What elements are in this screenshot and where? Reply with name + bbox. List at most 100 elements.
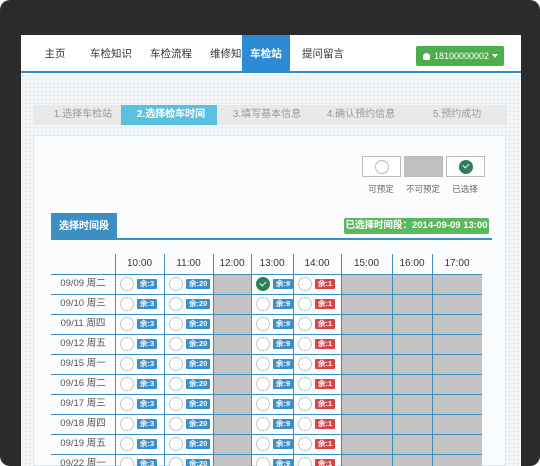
slot-radio[interactable] [256,357,270,371]
slot-radio[interactable] [298,317,312,331]
unavailable-slot [342,315,392,334]
caret-down-icon [492,54,498,58]
nav-inspection-station[interactable]: 车检站 [242,35,290,73]
slot-radio[interactable] [120,377,134,391]
remaining-badge: 余:9 [273,379,294,389]
unavailable-slot [393,455,432,466]
row-date: 09/12 周五 [60,338,106,349]
unavailable-slot [342,335,392,354]
unavailable-slot [433,455,482,466]
slot-radio[interactable] [256,337,270,351]
slot-radio[interactable] [298,357,312,371]
slot-radio[interactable] [256,397,270,411]
grid-col-line [251,254,252,466]
row-date: 09/18 周四 [60,418,106,429]
slot-radio[interactable] [169,417,183,431]
remaining-badge: 余:1 [315,359,336,369]
slot-radio[interactable] [256,377,270,391]
remaining-badge: 余:3 [137,299,158,309]
slot-radio[interactable] [256,457,270,466]
slot-radio[interactable] [298,277,312,291]
slot-radio[interactable] [298,437,312,451]
remaining-badge: 余:9 [273,279,294,289]
remaining-badge: 余:9 [273,319,294,329]
slot-radio[interactable] [298,397,312,411]
legend-available [362,156,401,177]
time-header: 10:00 [126,258,153,269]
nav-inspection-knowledge[interactable]: 车检知识 [79,35,143,73]
user-menu-button[interactable]: 18100000002 [416,46,504,66]
unavailable-slot [214,315,251,334]
slot-radio[interactable] [256,297,270,311]
unavailable-slot [393,415,432,434]
time-header: 15:00 [353,258,380,269]
slot-radio[interactable] [256,317,270,331]
slot-radio[interactable] [120,277,134,291]
slot-radio[interactable] [169,317,183,331]
row-date: 09/09 周二 [60,278,106,289]
remaining-badge: 余:9 [273,439,294,449]
unavailable-slot [433,375,482,394]
unavailable-slot [214,355,251,374]
unavailable-slot [393,335,432,354]
remaining-badge: 余:20 [186,419,211,429]
row-date: 09/15 周一 [60,358,106,369]
unavailable-slot [393,355,432,374]
unavailable-slot [393,275,432,294]
remaining-badge: 余:20 [186,299,211,309]
slot-radio[interactable] [169,437,183,451]
unavailable-slot [433,315,482,334]
slot-radio[interactable] [120,397,134,411]
slot-radio[interactable] [298,377,312,391]
row-date: 09/22 周一 [60,458,106,466]
legend-unavailable [404,156,443,177]
remaining-badge: 余:20 [186,339,211,349]
step-3: 3.填写基本信息 [217,105,317,125]
nav-questions[interactable]: 提问留言 [291,35,355,73]
row-date: 09/16 周二 [60,378,106,389]
slot-radio[interactable] [120,317,134,331]
remaining-badge: 余:20 [186,459,211,466]
unavailable-slot [393,295,432,314]
slot-radio[interactable] [298,297,312,311]
slot-radio[interactable] [169,397,183,411]
unavailable-slot [214,455,251,466]
remaining-badge: 余:1 [315,399,336,409]
slot-radio[interactable] [256,417,270,431]
time-header: 14:00 [304,258,330,269]
row-date: 09/11 周四 [60,318,106,329]
main-content: 1.选择车检站 2.选择检车时间 3.填写基本信息 4.确认预约信息 5.预约成… [21,75,521,466]
remaining-badge: 余:1 [315,459,336,466]
slot-radio[interactable] [298,457,312,466]
remaining-badge: 余:9 [273,419,294,429]
slot-radio[interactable] [298,417,312,431]
slot-radio[interactable] [256,437,270,451]
slot-radio[interactable] [169,377,183,391]
slot-radio[interactable] [120,457,134,466]
unavailable-slot [433,335,482,354]
slot-radio[interactable] [169,297,183,311]
slot-radio[interactable] [120,297,134,311]
slot-radio[interactable] [169,337,183,351]
slot-radio[interactable] [120,437,134,451]
slot-radio[interactable] [120,337,134,351]
remaining-badge: 余:9 [273,339,294,349]
remaining-badge: 余:1 [315,419,336,429]
unavailable-slot [433,395,482,414]
step-4: 4.确认预约信息 [311,105,411,125]
slot-radio[interactable] [120,417,134,431]
unavailable-slot [342,395,392,414]
unavailable-slot [393,315,432,334]
unavailable-slot [214,295,251,314]
slot-radio[interactable] [169,357,183,371]
slot-radio[interactable] [120,357,134,371]
step-1: 1.选择车检站 [33,105,133,125]
slot-radio[interactable] [298,337,312,351]
user-phone: 18100000002 [434,51,490,61]
nav-inspection-process[interactable]: 车检流程 [139,35,203,73]
slot-radio[interactable] [169,277,183,291]
unavailable-slot [214,415,251,434]
selected-slot-radio[interactable] [256,277,270,291]
nav-home[interactable]: 主页 [35,35,75,73]
slot-radio[interactable] [169,457,183,466]
